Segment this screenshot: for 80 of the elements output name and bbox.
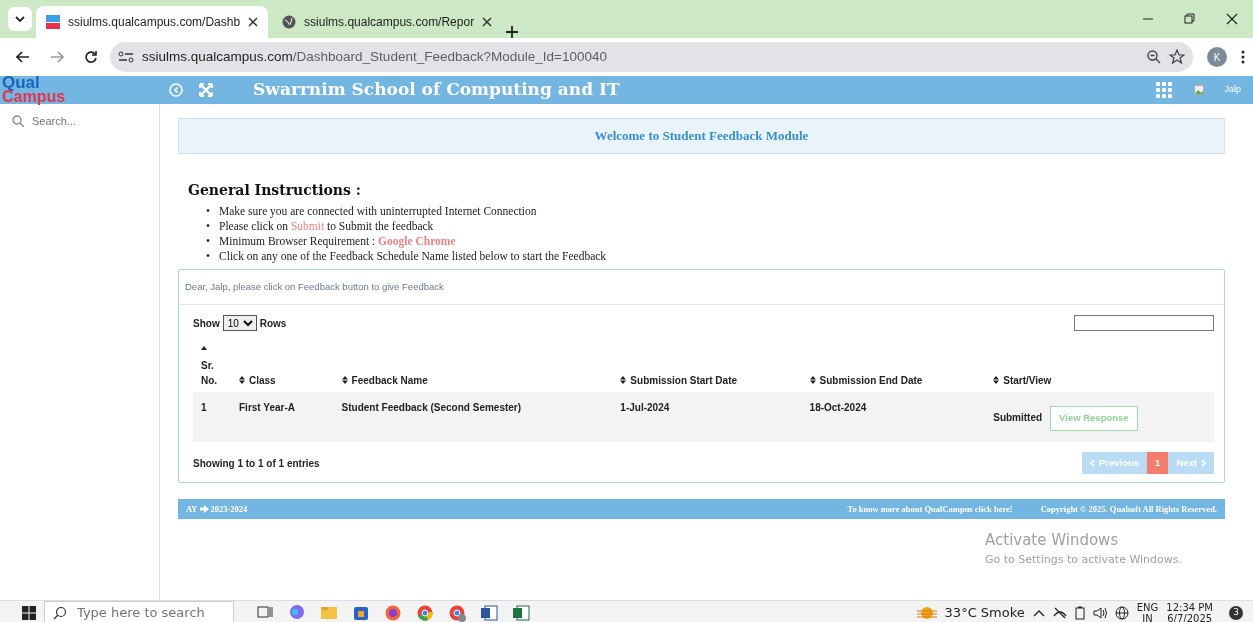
app-title: Swarrnim School of Computing and IT bbox=[253, 78, 620, 102]
table-cell: 18-Oct-2024 bbox=[801, 392, 986, 443]
instruction-text: Click on any one of the Feedback Schedule Name listed below to start the Feedback bbox=[219, 249, 607, 264]
site-settings-icon[interactable] bbox=[118, 51, 134, 63]
bullet-text: • bbox=[206, 234, 211, 249]
activation-subtitle: Go to Settings to activate Windows. bbox=[985, 551, 1184, 568]
windows-start-icon[interactable] bbox=[22, 606, 36, 620]
site-logo-icon bbox=[46, 15, 60, 29]
word-icon[interactable] bbox=[480, 604, 498, 622]
taskbar-search-field[interactable]: Type here to search bbox=[44, 600, 234, 622]
clock[interactable]: 12:34 PM 6/7/2025 bbox=[1166, 601, 1213, 622]
right-arrow-icon bbox=[199, 505, 209, 513]
back-arrow-icon[interactable] bbox=[16, 50, 30, 64]
browser-tab[interactable]: ssiulms.qualcampus.com/Dashb bbox=[36, 6, 269, 38]
table-cell: First Year-A bbox=[231, 392, 334, 443]
url-text: ssiulms.qualcampus.com/Dashboard_Student_Feedback?Module_Id=100040 bbox=[142, 47, 607, 66]
instructions-heading: General Instructions : bbox=[188, 181, 362, 200]
chrome-icon[interactable] bbox=[416, 604, 434, 622]
notifications-button[interactable]: 3 bbox=[1229, 606, 1243, 620]
activation-title: Activate Windows bbox=[985, 530, 1120, 551]
column-header[interactable]: Feedback Name bbox=[333, 341, 613, 393]
copilot-icon[interactable] bbox=[288, 604, 306, 622]
academic-year: 2023-2024 bbox=[210, 502, 248, 516]
tab-search-button[interactable] bbox=[8, 7, 32, 31]
search-icon bbox=[53, 606, 67, 620]
more-menu-icon[interactable] bbox=[1241, 50, 1245, 64]
table-cell: Student Feedback (Second Semester) bbox=[333, 392, 613, 443]
zoom-out-icon[interactable] bbox=[1147, 50, 1161, 64]
chevron-up-icon[interactable] bbox=[1032, 609, 1045, 617]
browser-tab[interactable]: ssiulms.qualcampus.com/Repor bbox=[272, 6, 503, 38]
entries-info: Showing 1 to 1 of 1 entries bbox=[193, 456, 320, 471]
speaker-icon[interactable] bbox=[1092, 606, 1107, 620]
address-bar[interactable]: ssiulms.qualcampus.com/Dashboard_Student_Feedback?Module_Id=100040 bbox=[110, 42, 1193, 72]
close-icon[interactable] bbox=[482, 17, 493, 27]
forward-arrow-icon[interactable] bbox=[50, 50, 64, 64]
chevron-down-icon bbox=[15, 16, 25, 22]
network-icon[interactable] bbox=[1052, 606, 1067, 620]
close-icon[interactable] bbox=[248, 17, 259, 27]
bullet-text: • bbox=[206, 204, 211, 219]
chrome-profile-icon[interactable] bbox=[448, 604, 466, 622]
search-icon bbox=[12, 115, 24, 128]
copyright-text: Copyright © 2025. Qualsoft All Rights Reserved. bbox=[1040, 502, 1217, 516]
table-search-field[interactable] bbox=[1074, 315, 1214, 332]
excel-icon[interactable] bbox=[512, 604, 530, 622]
weather-text[interactable]: 33°C Smoke bbox=[944, 603, 1025, 622]
greeting-text: Dear, Jalp, please click on Feedback button to give Feedback bbox=[179, 270, 1224, 306]
battery-icon[interactable] bbox=[1074, 606, 1085, 620]
weather-haze-icon bbox=[916, 606, 937, 620]
store-icon[interactable] bbox=[352, 604, 370, 622]
close-icon[interactable] bbox=[1226, 13, 1238, 25]
reload-icon[interactable] bbox=[84, 50, 98, 64]
column-header[interactable]: Submission End Date bbox=[801, 341, 986, 393]
column-header[interactable]: Class bbox=[231, 341, 334, 393]
restore-icon[interactable] bbox=[1184, 13, 1196, 25]
welcome-banner: Welcome to Student Feedback Module bbox=[178, 118, 1225, 154]
instruction-text: Make sure you are connected with uninterrupted Internet Connection bbox=[219, 204, 537, 219]
table-cell: 1 bbox=[193, 392, 231, 443]
status-text: Submitted bbox=[993, 412, 1043, 424]
globe-icon bbox=[282, 15, 297, 29]
page-size-select[interactable]: 10 bbox=[222, 315, 257, 332]
chevron-left-icon bbox=[1089, 459, 1095, 468]
column-header[interactable]: Start/View bbox=[985, 341, 1214, 393]
star-icon[interactable] bbox=[1169, 49, 1185, 65]
broken-image-icon bbox=[1194, 85, 1205, 95]
search-field[interactable]: Search... bbox=[30, 112, 130, 131]
globe-icon[interactable] bbox=[1114, 606, 1129, 620]
column-header[interactable]: Submission Start Date bbox=[612, 341, 802, 393]
bullet-text: • bbox=[206, 249, 211, 264]
chevron-right-icon bbox=[1201, 459, 1206, 468]
language-indicator[interactable]: ENG IN bbox=[1136, 601, 1159, 622]
bullet-text: • bbox=[206, 219, 211, 234]
rows-label: Rows bbox=[259, 316, 287, 331]
firefox-icon[interactable] bbox=[384, 604, 402, 622]
column-header[interactable]: Sr. No. bbox=[193, 341, 231, 393]
new-tab-icon[interactable] bbox=[506, 26, 519, 38]
year-label: AY bbox=[186, 502, 198, 516]
show-label: Show bbox=[193, 316, 220, 331]
table-cell: 1-Jul-2024 bbox=[612, 392, 802, 443]
instruction-text: Please click on Submit to Submit the feedback bbox=[219, 219, 434, 234]
instruction-text: Minimum Browser Requirement : Google Chrome bbox=[219, 234, 456, 249]
